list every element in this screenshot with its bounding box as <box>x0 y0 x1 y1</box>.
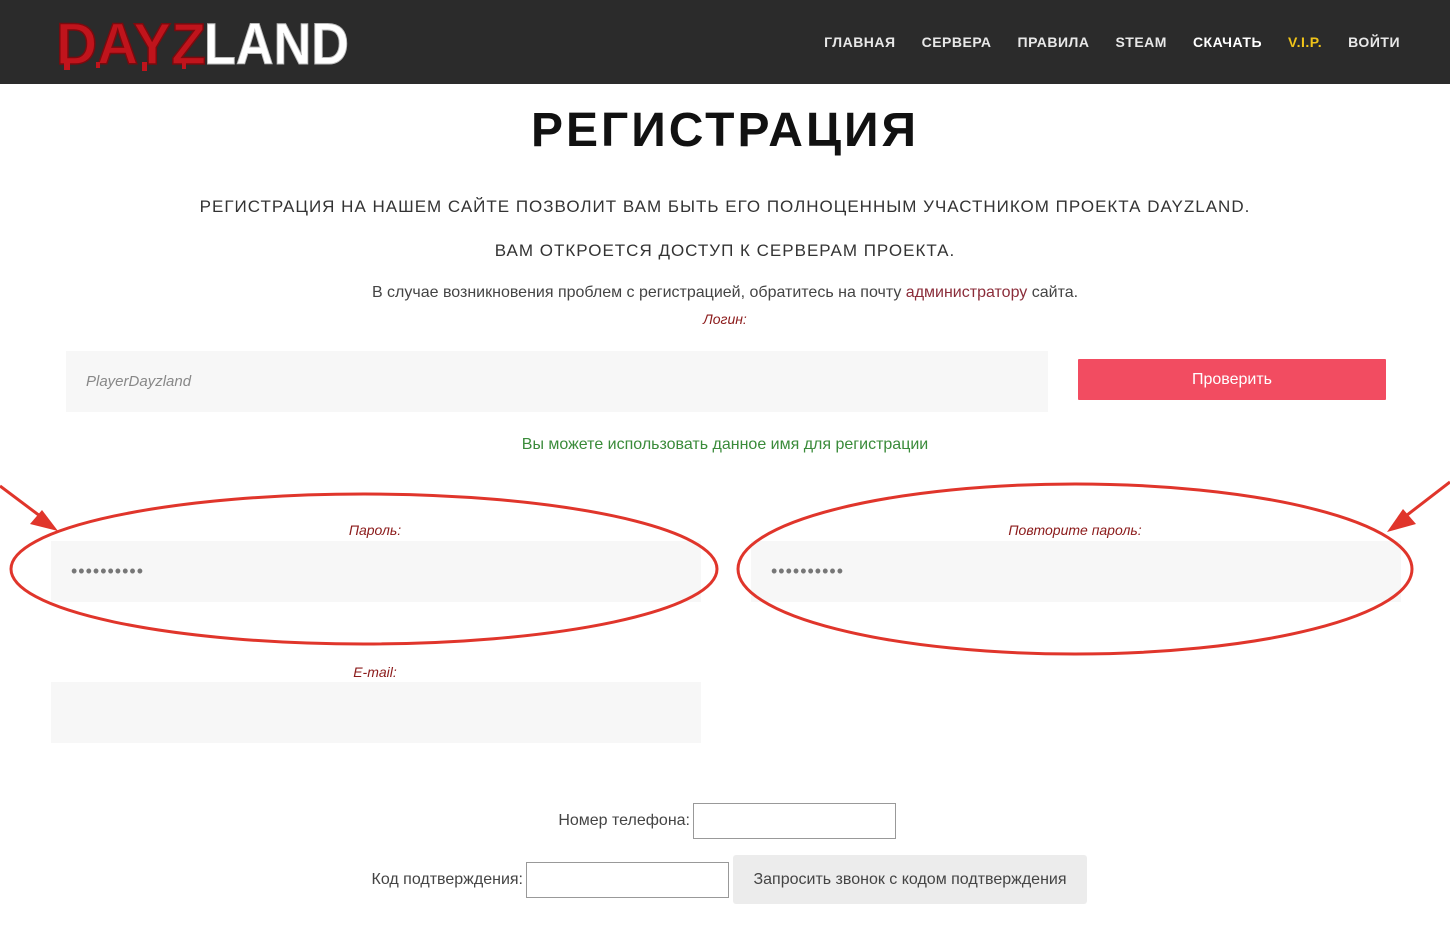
login-input-value: PlayerDayzland <box>86 373 192 390</box>
phone-label: Номер телефона: <box>558 812 690 829</box>
nav-item-home[interactable]: ГЛАВНАЯ <box>824 34 895 50</box>
annotation-arrow-left-line <box>0 484 49 524</box>
repeat-password-input-value: •••••••••• <box>771 561 845 581</box>
repeat-password-label: Повторите пароль: <box>1008 522 1142 538</box>
password-input[interactable]: •••••••••• <box>51 541 701 602</box>
code-label: Код подтверждения: <box>371 871 523 888</box>
help-text-before: В случае возникновения проблем с регистр… <box>371 284 906 301</box>
repeat-password-input[interactable]: •••••••••• <box>751 541 1401 602</box>
nav-item-login[interactable]: ВОЙТИ <box>1348 34 1400 50</box>
page-title: РЕГИСТРАЦИЯ <box>530 104 920 157</box>
main-nav: ГЛАВНАЯ СЕРВЕРА ПРАВИЛА STEAM СКАЧАТЬ V.… <box>824 0 1400 84</box>
nav-item-servers[interactable]: СЕРВЕРА <box>922 34 992 50</box>
phone-input[interactable] <box>693 803 896 839</box>
check-login-button[interactable]: Проверить <box>1078 359 1386 400</box>
admin-link[interactable]: администратору <box>906 284 1027 301</box>
dayzland-logo[interactable]: DAYZ LAND <box>54 12 354 72</box>
login-label: Логин: <box>703 311 747 327</box>
request-call-button[interactable]: Запросить звонок с кодом подтверждения <box>733 855 1087 904</box>
intro-line-1: РЕГИСТРАЦИЯ НА НАШЕМ САЙТЕ ПОЗВОЛИТ ВАМ … <box>199 197 1251 216</box>
help-text-after: сайта. <box>1027 284 1079 301</box>
nav-item-steam[interactable]: STEAM <box>1115 34 1167 50</box>
intro-line-2: ВАМ ОТКРОЕТСЯ ДОСТУП К СЕРВЕРАМ ПРОЕКТА. <box>494 241 956 260</box>
nav-item-download[interactable]: СКАЧАТЬ <box>1193 34 1262 50</box>
top-navigation-bar: DAYZ LAND ГЛАВНАЯ СЕРВЕРА ПРАВИЛА STEAM … <box>0 0 1450 84</box>
nav-item-vip[interactable]: V.I.P. <box>1288 34 1322 50</box>
annotation-arrow-right-line <box>1397 480 1450 524</box>
email-input[interactable] <box>51 682 701 743</box>
annotation-arrow-right-head <box>1387 509 1416 532</box>
annotation-arrow-left-head <box>30 510 58 531</box>
help-text: В случае возникновения проблем с регистр… <box>0 284 1450 302</box>
svg-text:LAND: LAND <box>204 12 349 72</box>
email-label: E-mail: <box>353 664 397 680</box>
login-input[interactable]: PlayerDayzland <box>66 351 1048 412</box>
login-availability-message: Вы можете использовать данное имя для ре… <box>521 436 929 453</box>
password-label: Пароль: <box>348 522 402 538</box>
nav-item-rules[interactable]: ПРАВИЛА <box>1018 34 1090 50</box>
password-input-value: •••••••••• <box>71 561 145 581</box>
confirmation-code-input[interactable] <box>526 862 729 898</box>
